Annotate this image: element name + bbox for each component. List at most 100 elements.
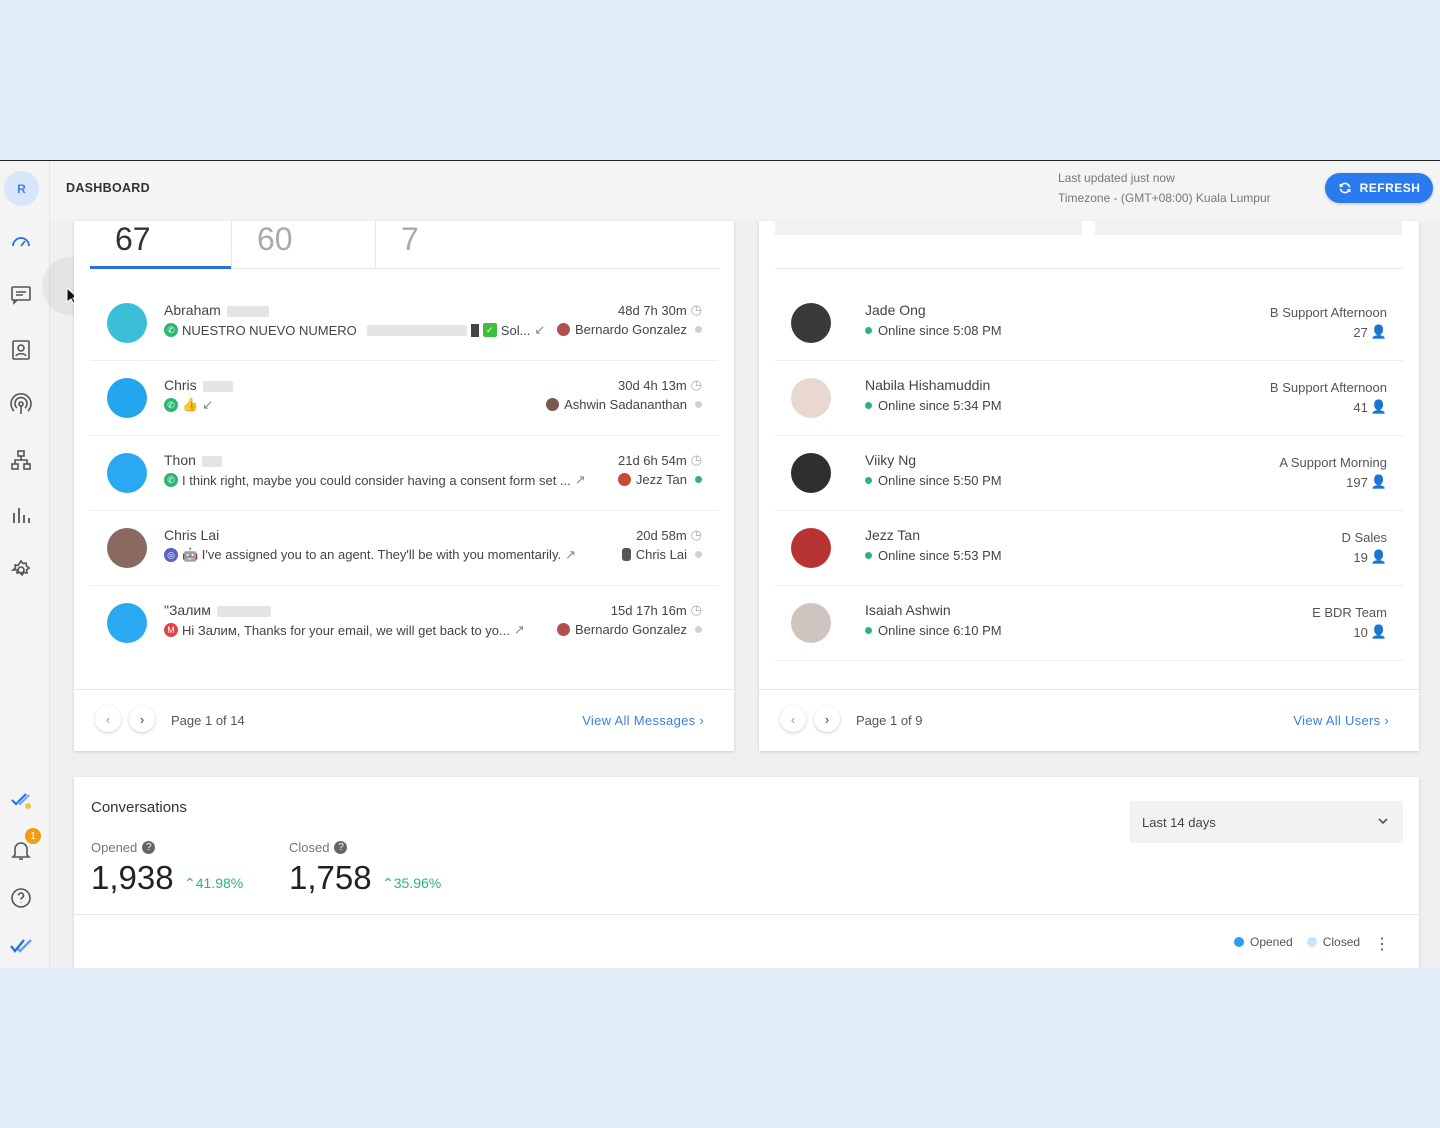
assigned-agent: Chris Lai [621, 547, 702, 562]
settings-icon[interactable] [9, 558, 33, 582]
closed-label: Closed? [289, 840, 348, 855]
webchat-icon: ◎ [164, 548, 178, 562]
user-avatar[interactable]: R [4, 171, 39, 206]
messages-pagination: ‹ › Page 1 of 14 View All Messages › [74, 689, 734, 751]
outgoing-arrow-icon: ↗ [565, 547, 576, 562]
workflows-icon[interactable] [9, 448, 33, 472]
user-team: D Sales [1341, 530, 1387, 545]
assigned-agent: Jezz Tan [617, 472, 702, 487]
user-status: Online since 5:50 PM [865, 473, 1002, 488]
user-conversation-count: 197 👤 [1346, 474, 1387, 490]
reports-icon[interactable] [9, 503, 33, 527]
assigned-agent: Ashwin Sadananthan [546, 397, 702, 412]
tab-unassigned[interactable]: 7 [376, 221, 519, 269]
notifications-icon[interactable]: 1 [9, 828, 41, 862]
user-row[interactable]: Nabila Hishamuddin Online since 5:34 PM … [775, 361, 1403, 436]
legend-closed[interactable]: Closed [1323, 935, 1360, 949]
user-avatar [791, 528, 831, 568]
legend-opened[interactable]: Opened [1250, 935, 1293, 949]
closed-change: ⌃35.96% [382, 875, 442, 891]
user-name: Isaiah Ashwin [865, 602, 951, 618]
whatsapp-icon: ✆ [164, 398, 178, 412]
message-row[interactable]: Abraham ✆ NUESTRO NUEVO NUMERO ✓ Sol... … [90, 286, 718, 361]
opened-change: ⌃41.98% [184, 875, 244, 891]
view-all-messages-link[interactable]: View All Messages › [582, 713, 704, 728]
agent-avatar [546, 398, 560, 411]
chevron-left-icon: ‹ [105, 711, 111, 727]
messages-icon[interactable] [9, 283, 33, 307]
broadcast-icon[interactable] [9, 393, 33, 417]
message-preview: ✆ NUESTRO NUEVO NUMERO ✓ Sol... ↙ [164, 322, 545, 338]
app-window: R 1 DASHBOARD Last updated just now Time… [0, 160, 1440, 968]
clock-icon: ◷ [690, 452, 702, 467]
tab-assigned[interactable]: 60 [232, 221, 375, 269]
message-preview: ✆ 👍 ↙ [164, 397, 213, 413]
page-indicator: Page 1 of 9 [856, 713, 923, 728]
notification-badge: 1 [25, 828, 41, 844]
user-name: Viiky Ng [865, 452, 917, 468]
help-tooltip-icon[interactable]: ? [334, 841, 348, 854]
clock-icon: ◷ [690, 302, 702, 317]
user-row[interactable]: Jade Ong Online since 5:08 PM B Support … [775, 286, 1403, 361]
contact-avatar [107, 528, 147, 568]
message-row[interactable]: "Залим M Hi Залим, Thanks for your email… [90, 586, 718, 661]
message-time: 21d 6h 54m ◷ [617, 452, 702, 468]
clock-icon: ◷ [690, 377, 702, 392]
user-name: Jezz Tan [865, 527, 920, 543]
user-row[interactable]: Jezz Tan Online since 5:53 PM D Sales 19… [775, 511, 1403, 586]
getting-started-icon[interactable] [9, 788, 33, 812]
refresh-icon [1339, 182, 1351, 194]
assigned-agent: Bernardo Gonzalez [556, 622, 702, 637]
whatsapp-icon: ✆ [164, 473, 178, 487]
next-page-button[interactable]: › [129, 706, 155, 732]
next-page-button[interactable]: › [814, 706, 840, 732]
more-options-icon[interactable]: ⋮ [1374, 934, 1390, 954]
page-title: DASHBOARD [66, 181, 150, 195]
check-box-icon: ✓ [482, 323, 497, 337]
users-card: Jade Ong Online since 5:08 PM B Support … [759, 221, 1419, 751]
date-range-select[interactable]: Last 14 days [1130, 801, 1403, 843]
message-row[interactable]: Chris Lai ◎ 🤖 I've assigned you to an ag… [90, 511, 718, 586]
outgoing-arrow-icon: ↗ [574, 472, 586, 487]
trend-up-icon: ⌃ [382, 875, 394, 891]
message-time: 48d 7h 30m ◷ [617, 302, 702, 318]
user-avatar [791, 303, 831, 343]
chevron-right-icon: › [1384, 713, 1389, 728]
legend-closed-swatch [1306, 937, 1317, 947]
dashboard-icon[interactable] [9, 229, 33, 253]
user-filter[interactable] [775, 221, 1082, 235]
closed-value: 1,758 [289, 859, 372, 896]
prev-page-button[interactable]: ‹ [95, 706, 121, 732]
team-filter[interactable] [1095, 221, 1402, 235]
user-row[interactable]: Isaiah Ashwin Online since 6:10 PM E BDR… [775, 586, 1403, 661]
chevron-right-icon: › [139, 711, 145, 727]
agent-avatar [621, 548, 631, 561]
view-all-users-link[interactable]: View All Users › [1293, 713, 1389, 728]
person-icon: 👤 [1370, 324, 1387, 339]
agent-status-dot [695, 401, 702, 408]
chevron-down-icon [1378, 818, 1388, 825]
message-time: 15d 17h 16m ◷ [610, 602, 702, 618]
messages-card: 67 60 7 Abraham ✆ NUESTRO NUEVO NUMERO ✓… [74, 221, 734, 751]
message-row[interactable]: Chris ✆ 👍 ↙ 30d 4h 13m ◷ Ashwin Sadananth… [90, 361, 718, 436]
prev-page-button[interactable]: ‹ [780, 706, 806, 732]
user-conversation-count: 41 👤 [1353, 399, 1387, 415]
contact-name: Chris Lai [164, 527, 220, 543]
message-row[interactable]: Thon ✆ I think right, maybe you could co… [90, 436, 718, 511]
tab-open[interactable]: 67 [90, 221, 231, 269]
agent-avatar [556, 623, 570, 636]
help-icon[interactable] [9, 886, 33, 910]
opened-value: 1,938 [91, 859, 174, 896]
contacts-icon[interactable] [9, 338, 33, 362]
assigned-agent: Bernardo Gonzalez [556, 322, 702, 337]
message-tabs: 67 60 7 [90, 221, 720, 269]
user-conversation-count: 10 👤 [1353, 624, 1387, 640]
refresh-label: REFRESH [1359, 181, 1421, 195]
help-tooltip-icon[interactable]: ? [142, 841, 156, 854]
user-team: B Support Afternoon [1269, 380, 1387, 395]
message-time: 30d 4h 13m ◷ [617, 377, 702, 393]
user-row[interactable]: Viiky Ng Online since 5:50 PM A Support … [775, 436, 1403, 511]
refresh-button[interactable]: REFRESH [1325, 173, 1433, 203]
person-icon: 👤 [1370, 474, 1387, 489]
chevron-left-icon: ‹ [790, 711, 796, 727]
